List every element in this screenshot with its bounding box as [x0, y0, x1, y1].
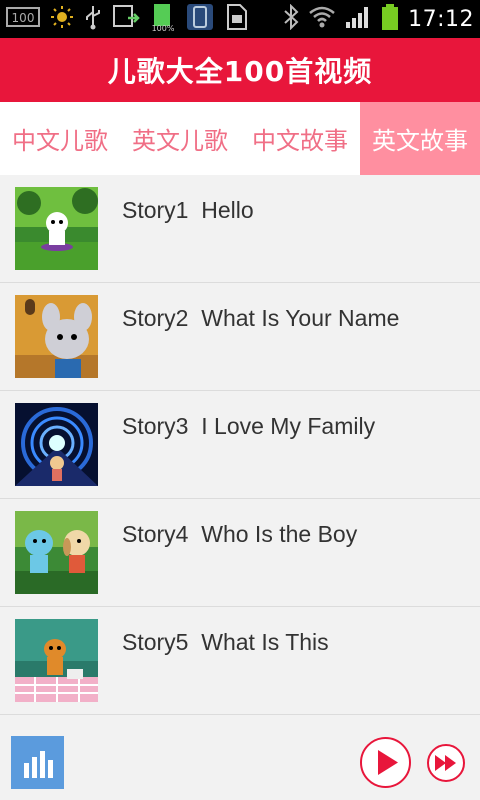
- tab-chinese-stories[interactable]: 中文故事: [240, 102, 360, 175]
- tab-label: 英文故事: [372, 127, 468, 155]
- play-icon: [360, 737, 411, 788]
- page-title: 儿歌大全100首视频: [107, 55, 373, 88]
- story-thumbnail: [15, 619, 98, 702]
- tab-english-songs[interactable]: 英文儿歌: [120, 102, 240, 175]
- list-item[interactable]: Story5 What Is This: [0, 607, 480, 715]
- signal-icon: [344, 4, 372, 34]
- story-thumbnail: [15, 403, 98, 486]
- story-list: Story1 Hello Story2 What Is Your Name St…: [0, 175, 480, 715]
- play-button[interactable]: [359, 736, 412, 789]
- list-item[interactable]: Story3 I Love My Family: [0, 391, 480, 499]
- story-title: Story3 I Love My Family: [122, 413, 376, 439]
- category-tabs: 中文儿歌 英文儿歌 中文故事 英文故事: [0, 102, 480, 175]
- fast-forward-icon: [427, 744, 465, 782]
- app-header: 儿歌大全100首视频: [0, 38, 480, 102]
- phone-icon: [186, 3, 214, 35]
- story-title: Story4 Who Is the Boy: [122, 521, 358, 547]
- tab-english-stories[interactable]: 英文故事: [360, 102, 480, 175]
- story-title: Story1 Hello: [122, 197, 254, 223]
- bluetooth-icon: [282, 3, 300, 34]
- story-thumbnail: [15, 295, 98, 378]
- wifi-icon: [308, 5, 336, 33]
- screen-sync-icon: [112, 4, 140, 34]
- list-item[interactable]: Story2 What Is Your Name: [0, 283, 480, 391]
- tab-label: 英文儿歌: [132, 127, 228, 155]
- svg-text:100: 100: [12, 11, 35, 25]
- story-title: Story5 What Is This: [122, 629, 329, 655]
- story-thumbnail: [15, 187, 98, 270]
- tab-chinese-songs[interactable]: 中文儿歌: [0, 102, 120, 175]
- sim-100-icon: 100: [6, 6, 40, 32]
- story-title: Story2 What Is Your Name: [122, 305, 400, 331]
- sun-icon: [50, 5, 74, 33]
- battery-charge-icon: 100%: [150, 2, 176, 36]
- list-item[interactable]: Story1 Hello: [0, 175, 480, 283]
- story-thumbnail: [15, 511, 98, 594]
- status-bar: 100 100% 17:12: [0, 0, 480, 38]
- usb-icon: [84, 4, 102, 34]
- battery-icon: [380, 3, 400, 35]
- tab-label: 中文故事: [252, 127, 348, 155]
- player-bar: [0, 720, 480, 800]
- list-item[interactable]: Story4 Who Is the Boy: [0, 499, 480, 607]
- battery-percent-label: 100%: [152, 24, 175, 32]
- sd-card-icon: [224, 3, 248, 35]
- fast-forward-button[interactable]: [426, 743, 466, 783]
- clock: 17:12: [408, 6, 474, 32]
- equalizer-button[interactable]: [11, 736, 64, 789]
- equalizer-icon: [24, 751, 53, 778]
- tab-label: 中文儿歌: [12, 127, 108, 155]
